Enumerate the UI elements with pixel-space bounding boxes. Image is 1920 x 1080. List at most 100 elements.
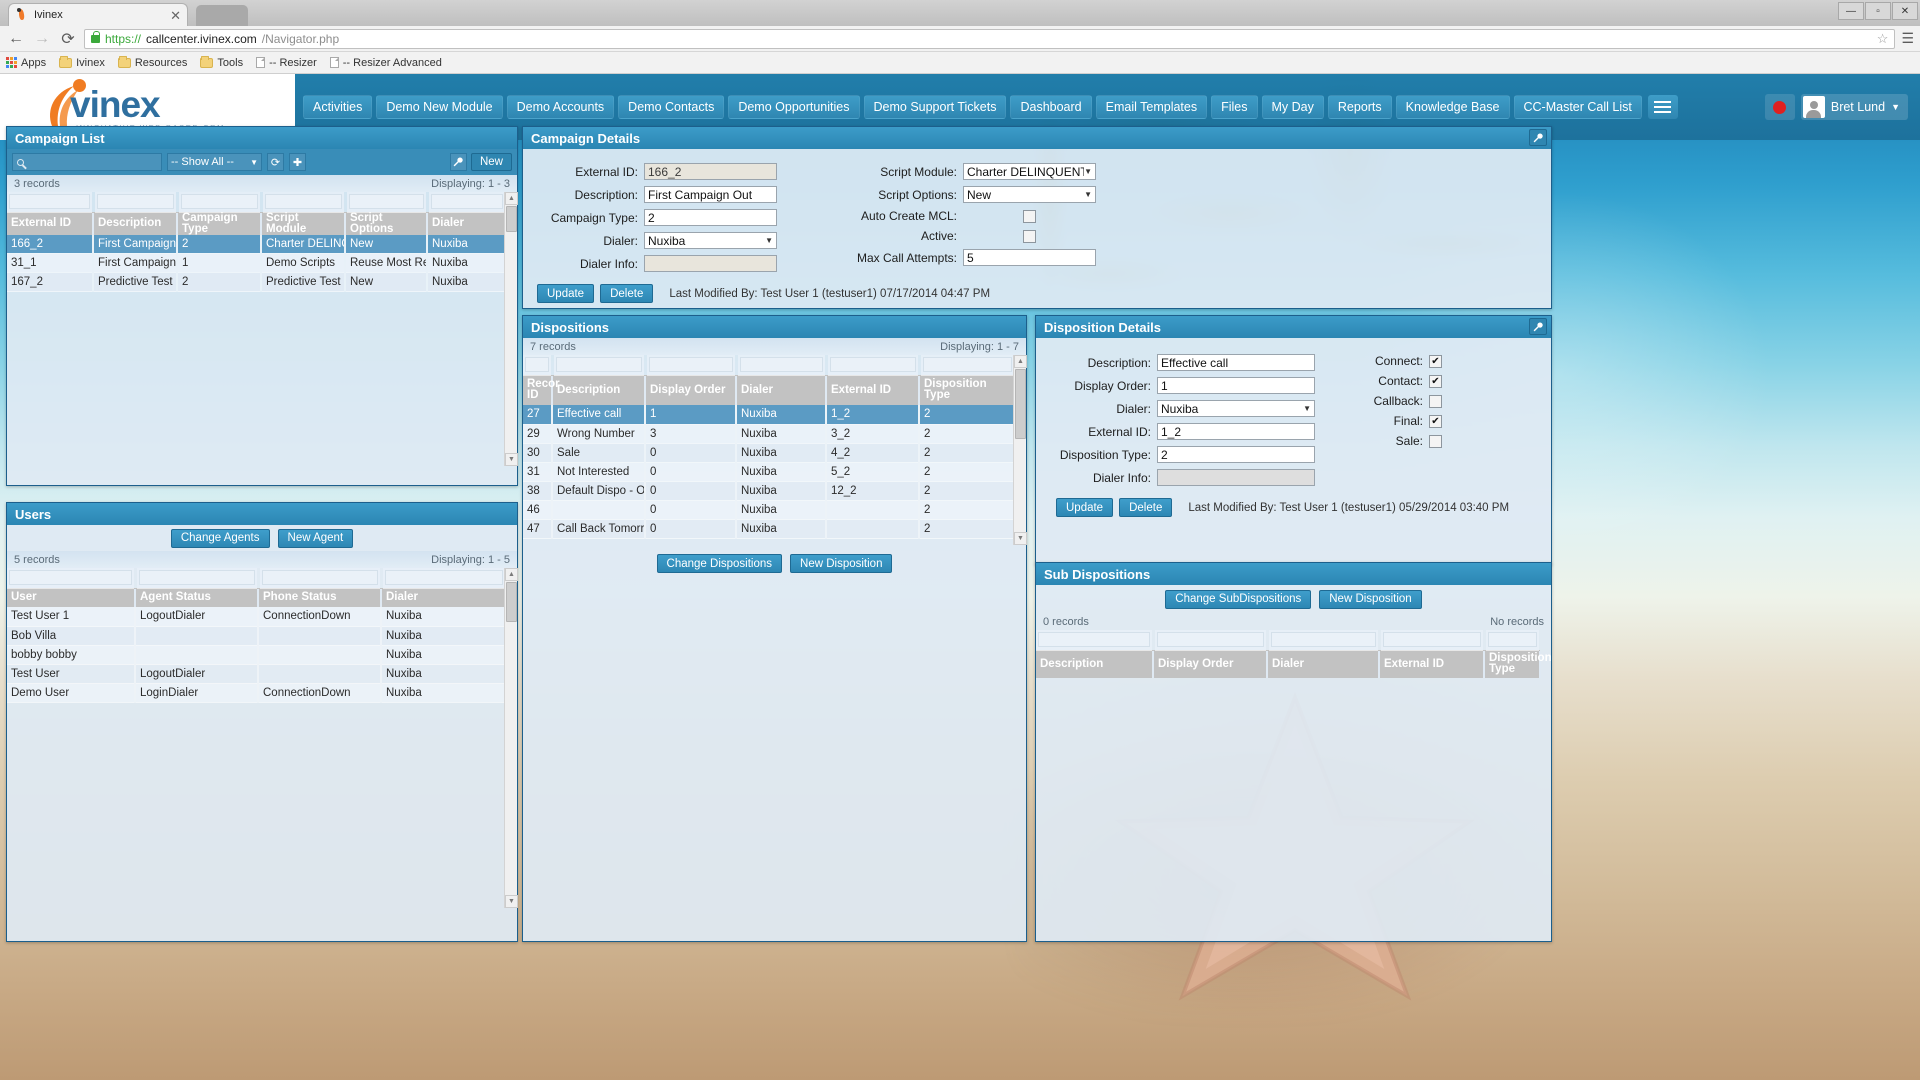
disposition-type-field[interactable]: 2 (1157, 446, 1315, 463)
scrollbar-thumb[interactable] (1015, 369, 1026, 439)
scrollbar-vertical[interactable]: ▲ ▼ (1013, 355, 1027, 545)
campaign-type-field[interactable]: 2 (644, 209, 777, 226)
nav-demo-new-module[interactable]: Demo New Module (376, 95, 503, 119)
filter-cell[interactable] (1270, 632, 1376, 648)
display-order-field[interactable]: 1 (1157, 377, 1315, 394)
change-agents-button[interactable]: Change Agents (170, 528, 270, 548)
wrench-icon[interactable] (1529, 129, 1547, 146)
col-description[interactable]: Description (552, 375, 646, 405)
record-button[interactable] (1764, 94, 1795, 120)
nav-activities[interactable]: Activities (303, 95, 373, 119)
filter-select[interactable]: -- Show All -- ▼ (167, 153, 262, 171)
scroll-down-icon[interactable]: ▼ (505, 895, 518, 908)
filter-cell[interactable] (1156, 632, 1264, 648)
scroll-down-icon[interactable]: ▼ (505, 453, 518, 466)
table-row[interactable]: 38 Default Dispo - Out 0 Nuxiba 12_2 2 (523, 481, 1016, 501)
table-row[interactable]: Test User 1 LogoutDialer ConnectionDown … (7, 607, 507, 627)
col-disposition-type[interactable]: Disposition Type (1484, 650, 1552, 678)
filter-cell[interactable] (1382, 632, 1481, 648)
window-close-button[interactable]: ✕ (1892, 2, 1918, 20)
table-row[interactable]: 167_2 Predictive Test 2 Predictive Test … (7, 272, 507, 292)
col-description[interactable]: Description (1036, 650, 1154, 678)
bookmark-resizer-advanced[interactable]: -- Resizer Advanced (329, 57, 442, 69)
bookmark-star-icon[interactable]: ☆ (1877, 31, 1889, 47)
table-row[interactable]: 29 Wrong Number 3 Nuxiba 3_2 2 (523, 424, 1016, 444)
filter-cell[interactable] (555, 357, 642, 373)
maximize-button[interactable]: ▫ (1865, 2, 1891, 20)
filter-cell[interactable] (430, 194, 503, 210)
filter-cell[interactable] (9, 570, 132, 586)
table-row[interactable]: Test User LogoutDialer Nuxiba (7, 664, 507, 684)
filter-cell[interactable] (348, 194, 424, 210)
nav-demo-opportunities[interactable]: Demo Opportunities (728, 95, 860, 119)
bookmark-apps[interactable]: Apps (6, 57, 46, 69)
scrollbar-thumb[interactable] (506, 206, 517, 232)
filter-cell[interactable] (180, 194, 258, 210)
script-module-select[interactable]: Charter DELINQUENT Scri ▼ (963, 163, 1096, 180)
nav-files[interactable]: Files (1211, 95, 1258, 119)
new-subdisposition-button[interactable]: New Disposition (1319, 589, 1422, 609)
col-display-order[interactable]: Display Order (1153, 650, 1268, 678)
filter-cell[interactable] (261, 570, 378, 586)
description-field[interactable]: First Campaign Out (644, 186, 777, 203)
callback-checkbox[interactable] (1429, 394, 1442, 408)
col-dialer[interactable]: Dialer (1267, 650, 1380, 678)
nav-dashboard[interactable]: Dashboard (1010, 95, 1092, 119)
sale-checkbox[interactable] (1429, 434, 1442, 448)
scroll-up-icon[interactable]: ▲ (1014, 355, 1027, 368)
nav-cc-master-call-list[interactable]: CC-Master Call List (1513, 95, 1642, 119)
back-icon[interactable]: ← (6, 30, 26, 48)
col-external-id[interactable]: External ID (1379, 650, 1485, 678)
nav-knowledge-base[interactable]: Knowledge Base (1395, 95, 1510, 119)
table-row[interactable]: 27 Effective call 1 Nuxiba 1_2 2 (523, 405, 1016, 425)
filter-cell[interactable] (9, 194, 90, 210)
col-script-module[interactable]: Script Module (261, 212, 346, 235)
delete-button[interactable]: Delete (600, 284, 654, 303)
new-tab-button[interactable] (196, 5, 248, 26)
final-checkbox[interactable]: ✔ (1429, 414, 1442, 428)
update-button[interactable]: Update (1056, 498, 1114, 517)
active-checkbox[interactable] (1023, 229, 1036, 243)
dialer-info-field[interactable] (1157, 469, 1315, 486)
bookmark-ivinex[interactable]: Ivinex (59, 55, 105, 69)
minimize-button[interactable]: — (1838, 2, 1864, 20)
table-row[interactable]: 46 0 Nuxiba 2 (523, 500, 1016, 520)
address-bar[interactable]: https:// callcenter.ivinex.com/Navigator.… (84, 28, 1896, 49)
table-row[interactable]: Bob Villa Nuxiba (7, 626, 507, 646)
col-dialer[interactable]: Dialer (381, 588, 507, 607)
dialer-select[interactable]: Nuxiba ▼ (644, 232, 777, 249)
reload-icon[interactable]: ⟳ (58, 29, 78, 49)
filter-cell[interactable] (264, 194, 342, 210)
add-icon[interactable]: ✚ (289, 153, 306, 171)
scrollbar-vertical[interactable]: ▲ ▼ (504, 192, 518, 466)
nav-demo-accounts[interactable]: Demo Accounts (506, 95, 615, 119)
hamburger-icon[interactable] (1647, 95, 1678, 119)
filter-cell[interactable] (1487, 632, 1537, 648)
scrollbar-thumb[interactable] (506, 582, 517, 622)
user-menu[interactable]: Bret Lund ▼ (1800, 94, 1908, 120)
col-record-id[interactable]: Recor ID (523, 375, 560, 405)
table-row[interactable]: bobby bobby Nuxiba (7, 645, 507, 665)
nav-email-templates[interactable]: Email Templates (1095, 95, 1208, 119)
col-user[interactable]: User (7, 588, 136, 607)
table-row[interactable]: 31_1 First Campaign In 1 Demo Scripts Re… (7, 253, 507, 273)
nav-demo-support-tickets[interactable]: Demo Support Tickets (863, 95, 1007, 119)
contact-checkbox[interactable]: ✔ (1429, 374, 1442, 388)
change-subdispositions-button[interactable]: Change SubDispositions (1165, 589, 1312, 609)
filter-cell[interactable] (648, 357, 733, 373)
col-agent-status[interactable]: Agent Status (135, 588, 259, 607)
table-row[interactable]: 30 Sale 0 Nuxiba 4_2 2 (523, 443, 1016, 463)
new-agent-button[interactable]: New Agent (277, 528, 354, 548)
connect-checkbox[interactable]: ✔ (1429, 354, 1442, 368)
dialer-select[interactable]: Nuxiba ▼ (1157, 400, 1315, 417)
change-dispositions-button[interactable]: Change Dispositions (656, 554, 783, 573)
filter-cell[interactable] (384, 570, 503, 586)
new-campaign-button[interactable]: New (470, 153, 512, 171)
col-dialer[interactable]: Dialer (427, 212, 507, 235)
col-campaign-type[interactable]: Campaign Type (177, 212, 262, 235)
dialer-info-field[interactable] (644, 255, 777, 272)
scroll-up-icon[interactable]: ▲ (505, 192, 518, 205)
external-id-field[interactable]: 166_2 (644, 163, 777, 180)
description-field[interactable]: Effective call (1157, 354, 1315, 371)
table-row[interactable]: Demo User LoginDialer ConnectionDown Nux… (7, 683, 507, 703)
